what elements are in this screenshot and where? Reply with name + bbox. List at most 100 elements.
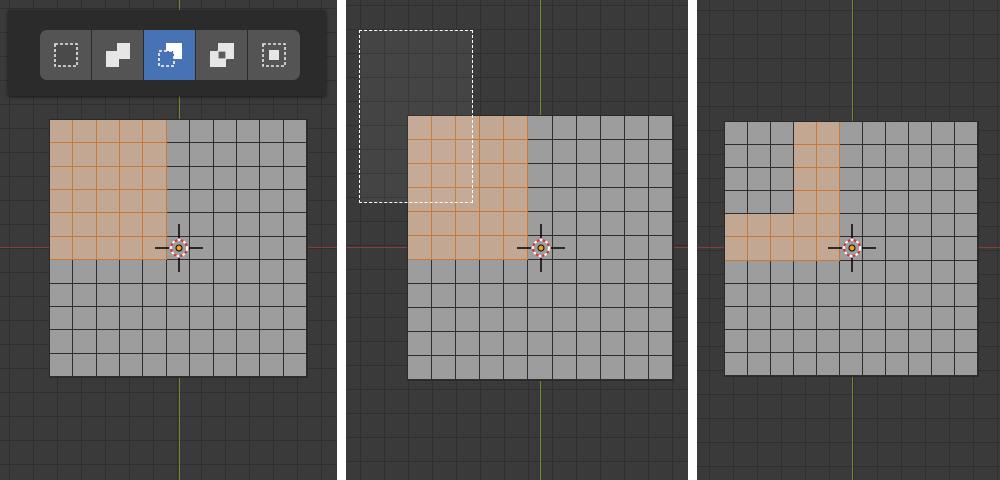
mesh-face[interactable] bbox=[552, 188, 577, 212]
mesh-face-selected[interactable] bbox=[794, 168, 817, 192]
mesh-face[interactable] bbox=[909, 329, 932, 353]
mesh-face-selected[interactable] bbox=[120, 120, 144, 144]
mesh-face[interactable] bbox=[771, 352, 794, 376]
mesh-face[interactable] bbox=[236, 236, 261, 261]
mesh-face-selected[interactable] bbox=[50, 143, 74, 167]
mesh-face[interactable] bbox=[932, 352, 955, 376]
mesh-face[interactable] bbox=[190, 190, 214, 214]
mesh-face[interactable] bbox=[600, 116, 625, 140]
mesh-face[interactable] bbox=[648, 236, 673, 260]
mesh-face[interactable] bbox=[528, 116, 553, 140]
mode-subtract-button[interactable] bbox=[144, 30, 196, 80]
mesh-face[interactable] bbox=[283, 236, 307, 261]
mesh-face[interactable] bbox=[909, 352, 932, 376]
mesh-face-selected[interactable] bbox=[771, 214, 794, 238]
mesh-face[interactable] bbox=[236, 143, 261, 167]
mesh-face[interactable] bbox=[213, 236, 237, 261]
mesh-face-selected[interactable] bbox=[143, 166, 167, 191]
mesh-face-selected[interactable] bbox=[817, 122, 840, 146]
mesh-face[interactable] bbox=[955, 191, 978, 215]
mesh-face[interactable] bbox=[600, 236, 625, 260]
mode-invert-button[interactable] bbox=[196, 30, 248, 80]
mesh-face[interactable] bbox=[260, 330, 284, 354]
mesh-face-selected[interactable] bbox=[456, 212, 481, 236]
mesh-face[interactable] bbox=[432, 284, 457, 308]
mesh-face[interactable] bbox=[283, 166, 307, 191]
mesh-face[interactable] bbox=[863, 329, 886, 353]
mesh-face[interactable] bbox=[213, 166, 237, 191]
mesh-face[interactable] bbox=[552, 140, 577, 164]
mesh-face[interactable] bbox=[886, 260, 909, 284]
mesh-face[interactable] bbox=[648, 212, 673, 236]
mesh-face[interactable] bbox=[771, 168, 794, 192]
mesh-face[interactable] bbox=[600, 284, 625, 308]
mesh-face[interactable] bbox=[166, 190, 191, 214]
mesh-face[interactable] bbox=[143, 330, 167, 354]
mesh-face[interactable] bbox=[528, 284, 553, 308]
mesh-face-selected[interactable] bbox=[96, 143, 121, 167]
mesh-face[interactable] bbox=[840, 329, 863, 353]
mesh-face[interactable] bbox=[283, 143, 307, 167]
mesh-face-selected[interactable] bbox=[794, 191, 817, 215]
mesh-face[interactable] bbox=[552, 332, 577, 356]
mesh-face[interactable] bbox=[73, 353, 97, 377]
mesh-face-selected[interactable] bbox=[771, 237, 794, 261]
mesh-face[interactable] bbox=[480, 260, 505, 284]
mesh-face[interactable] bbox=[648, 164, 673, 188]
mesh-face-selected[interactable] bbox=[73, 190, 97, 214]
mesh-face[interactable] bbox=[932, 168, 955, 192]
mesh-face[interactable] bbox=[576, 308, 601, 332]
mesh-face-selected[interactable] bbox=[143, 143, 167, 167]
mesh-face[interactable] bbox=[50, 306, 74, 331]
mesh-face[interactable] bbox=[432, 260, 457, 284]
mesh-face-selected[interactable] bbox=[432, 212, 457, 236]
mesh-face[interactable] bbox=[213, 213, 237, 237]
mesh-face[interactable] bbox=[528, 332, 553, 356]
mesh-face[interactable] bbox=[600, 308, 625, 332]
mesh-face-selected[interactable] bbox=[725, 214, 748, 238]
mesh-face[interactable] bbox=[794, 283, 817, 307]
mesh-face-selected[interactable] bbox=[120, 213, 144, 237]
mesh-face[interactable] bbox=[600, 140, 625, 164]
mesh-face-selected[interactable] bbox=[817, 145, 840, 169]
mesh-face[interactable] bbox=[480, 332, 505, 356]
mesh-face[interactable] bbox=[725, 306, 748, 330]
mesh-face[interactable] bbox=[50, 283, 74, 307]
mesh-face[interactable] bbox=[886, 283, 909, 307]
mesh-face[interactable] bbox=[480, 308, 505, 332]
mesh-face[interactable] bbox=[432, 332, 457, 356]
mesh-face[interactable] bbox=[886, 168, 909, 192]
mesh-face[interactable] bbox=[236, 213, 261, 237]
mesh-face[interactable] bbox=[50, 330, 74, 354]
mesh-face[interactable] bbox=[73, 306, 97, 331]
mesh-face-selected[interactable] bbox=[96, 236, 121, 261]
mesh-face[interactable] bbox=[748, 122, 771, 146]
mesh-face[interactable] bbox=[120, 330, 144, 354]
mesh-face[interactable] bbox=[600, 188, 625, 212]
mesh-face[interactable] bbox=[528, 308, 553, 332]
mesh-face[interactable] bbox=[840, 352, 863, 376]
mesh-face[interactable] bbox=[955, 145, 978, 169]
mesh-face[interactable] bbox=[771, 283, 794, 307]
mesh-face-selected[interactable] bbox=[50, 213, 74, 237]
mesh-face[interactable] bbox=[624, 188, 649, 212]
mesh-face[interactable] bbox=[552, 308, 577, 332]
mesh-face[interactable] bbox=[283, 330, 307, 354]
mesh-face[interactable] bbox=[863, 168, 886, 192]
mesh-face[interactable] bbox=[771, 260, 794, 284]
mesh-face[interactable] bbox=[955, 237, 978, 261]
mesh-face[interactable] bbox=[840, 122, 863, 146]
mesh-face[interactable] bbox=[909, 237, 932, 261]
mesh-face[interactable] bbox=[236, 306, 261, 331]
mesh-face[interactable] bbox=[190, 166, 214, 191]
mesh-face[interactable] bbox=[120, 283, 144, 307]
mesh-face[interactable] bbox=[955, 306, 978, 330]
mesh-face[interactable] bbox=[909, 168, 932, 192]
mesh-face[interactable] bbox=[73, 330, 97, 354]
mesh-face[interactable] bbox=[96, 353, 121, 377]
mesh-face[interactable] bbox=[260, 166, 284, 191]
mesh-face[interactable] bbox=[283, 283, 307, 307]
mesh-face[interactable] bbox=[600, 260, 625, 284]
mesh-face[interactable] bbox=[213, 330, 237, 354]
mesh-face[interactable] bbox=[794, 329, 817, 353]
